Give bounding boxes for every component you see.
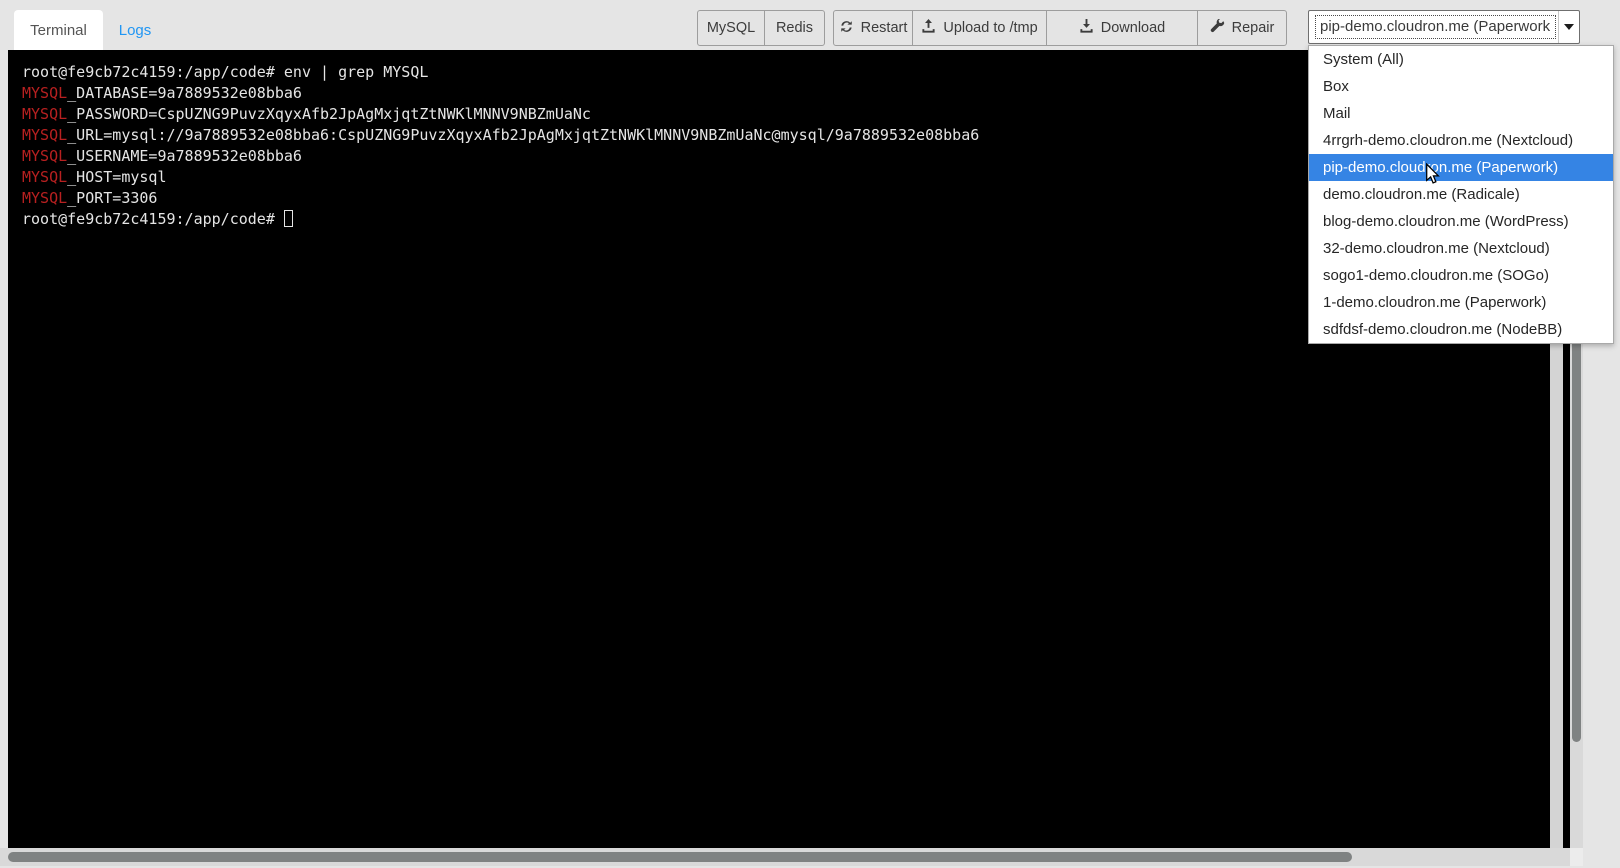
dropdown-option-sdfdsf-demo[interactable]: sdfdsf-demo.cloudron.me (NodeBB) — [1309, 316, 1613, 343]
download-button[interactable]: Download — [1046, 10, 1198, 46]
upload-icon — [921, 19, 936, 38]
repair-icon — [1210, 19, 1225, 38]
dropdown-option-pip-demo[interactable]: pip-demo.cloudron.me (Paperwork) — [1309, 154, 1613, 181]
download-icon — [1079, 19, 1094, 38]
dropdown-option-demo[interactable]: demo.cloudron.me (Radicale) — [1309, 181, 1613, 208]
tab-terminal[interactable]: Terminal — [14, 10, 103, 50]
app-selector[interactable]: pip-demo.cloudron.me (Paperwork — [1308, 10, 1580, 44]
terminal-cursor — [284, 210, 293, 227]
dropdown-option-blog-demo[interactable]: blog-demo.cloudron.me (WordPress) — [1309, 208, 1613, 235]
dropdown-option-32-demo[interactable]: 32-demo.cloudron.me (Nextcloud) — [1309, 235, 1613, 262]
dropdown-option-sogo1-demo[interactable]: sogo1-demo.cloudron.me (SOGo) — [1309, 262, 1613, 289]
repair-button[interactable]: Repair — [1197, 10, 1287, 46]
mysql-button[interactable]: MySQL — [697, 10, 765, 46]
dropdown-option-system[interactable]: System (All) — [1309, 46, 1613, 73]
scrollbar-corner — [1570, 848, 1583, 866]
upload-label: Upload to /tmp — [943, 20, 1037, 36]
dropdown-option-box[interactable]: Box — [1309, 73, 1613, 100]
select-arrow-zone[interactable] — [1558, 11, 1579, 43]
dropdown-option-4rrgrh-demo[interactable]: 4rrgrh-demo.cloudron.me (Nextcloud) — [1309, 127, 1613, 154]
repair-label: Repair — [1232, 20, 1275, 36]
restart-button[interactable]: Restart — [833, 10, 913, 46]
upload-button[interactable]: Upload to /tmp — [912, 10, 1047, 46]
horizontal-scrollbar-thumb[interactable] — [8, 852, 1352, 862]
restart-icon — [839, 19, 854, 38]
redis-button[interactable]: Redis — [764, 10, 825, 46]
tab-logs[interactable]: Logs — [103, 10, 167, 50]
mouse-cursor-icon — [1425, 163, 1440, 190]
download-label: Download — [1101, 20, 1166, 36]
dropdown-option-mail[interactable]: Mail — [1309, 100, 1613, 127]
restart-label: Restart — [861, 20, 908, 36]
app-selector-value: pip-demo.cloudron.me (Paperwork — [1315, 15, 1556, 39]
dropdown-option-1-demo[interactable]: 1-demo.cloudron.me (Paperwork) — [1309, 289, 1613, 316]
chevron-down-icon — [1564, 24, 1574, 30]
app-selector-dropdown: System (All) Box Mail 4rrgrh-demo.cloudr… — [1308, 45, 1614, 344]
